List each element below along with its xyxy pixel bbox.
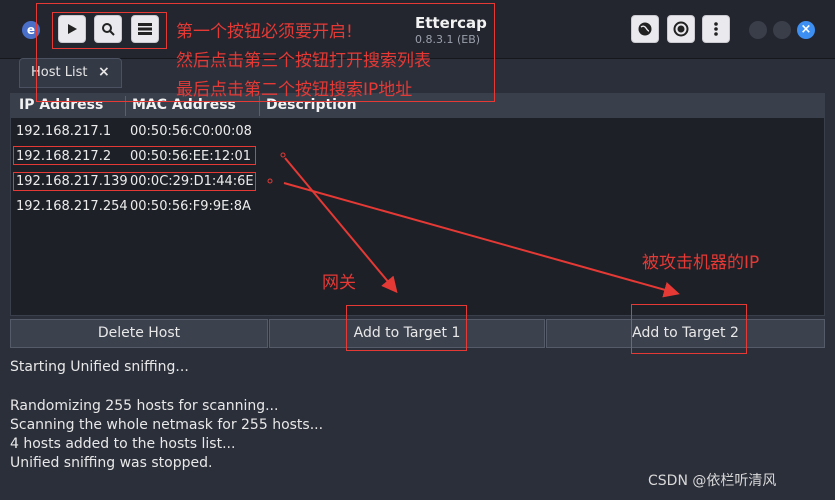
gateway-arrow: [284, 157, 398, 294]
victim-arrow: [283, 182, 680, 298]
watermark: CSDN @依栏听清风: [648, 473, 777, 489]
annotation-arrows: [267, 152, 680, 298]
